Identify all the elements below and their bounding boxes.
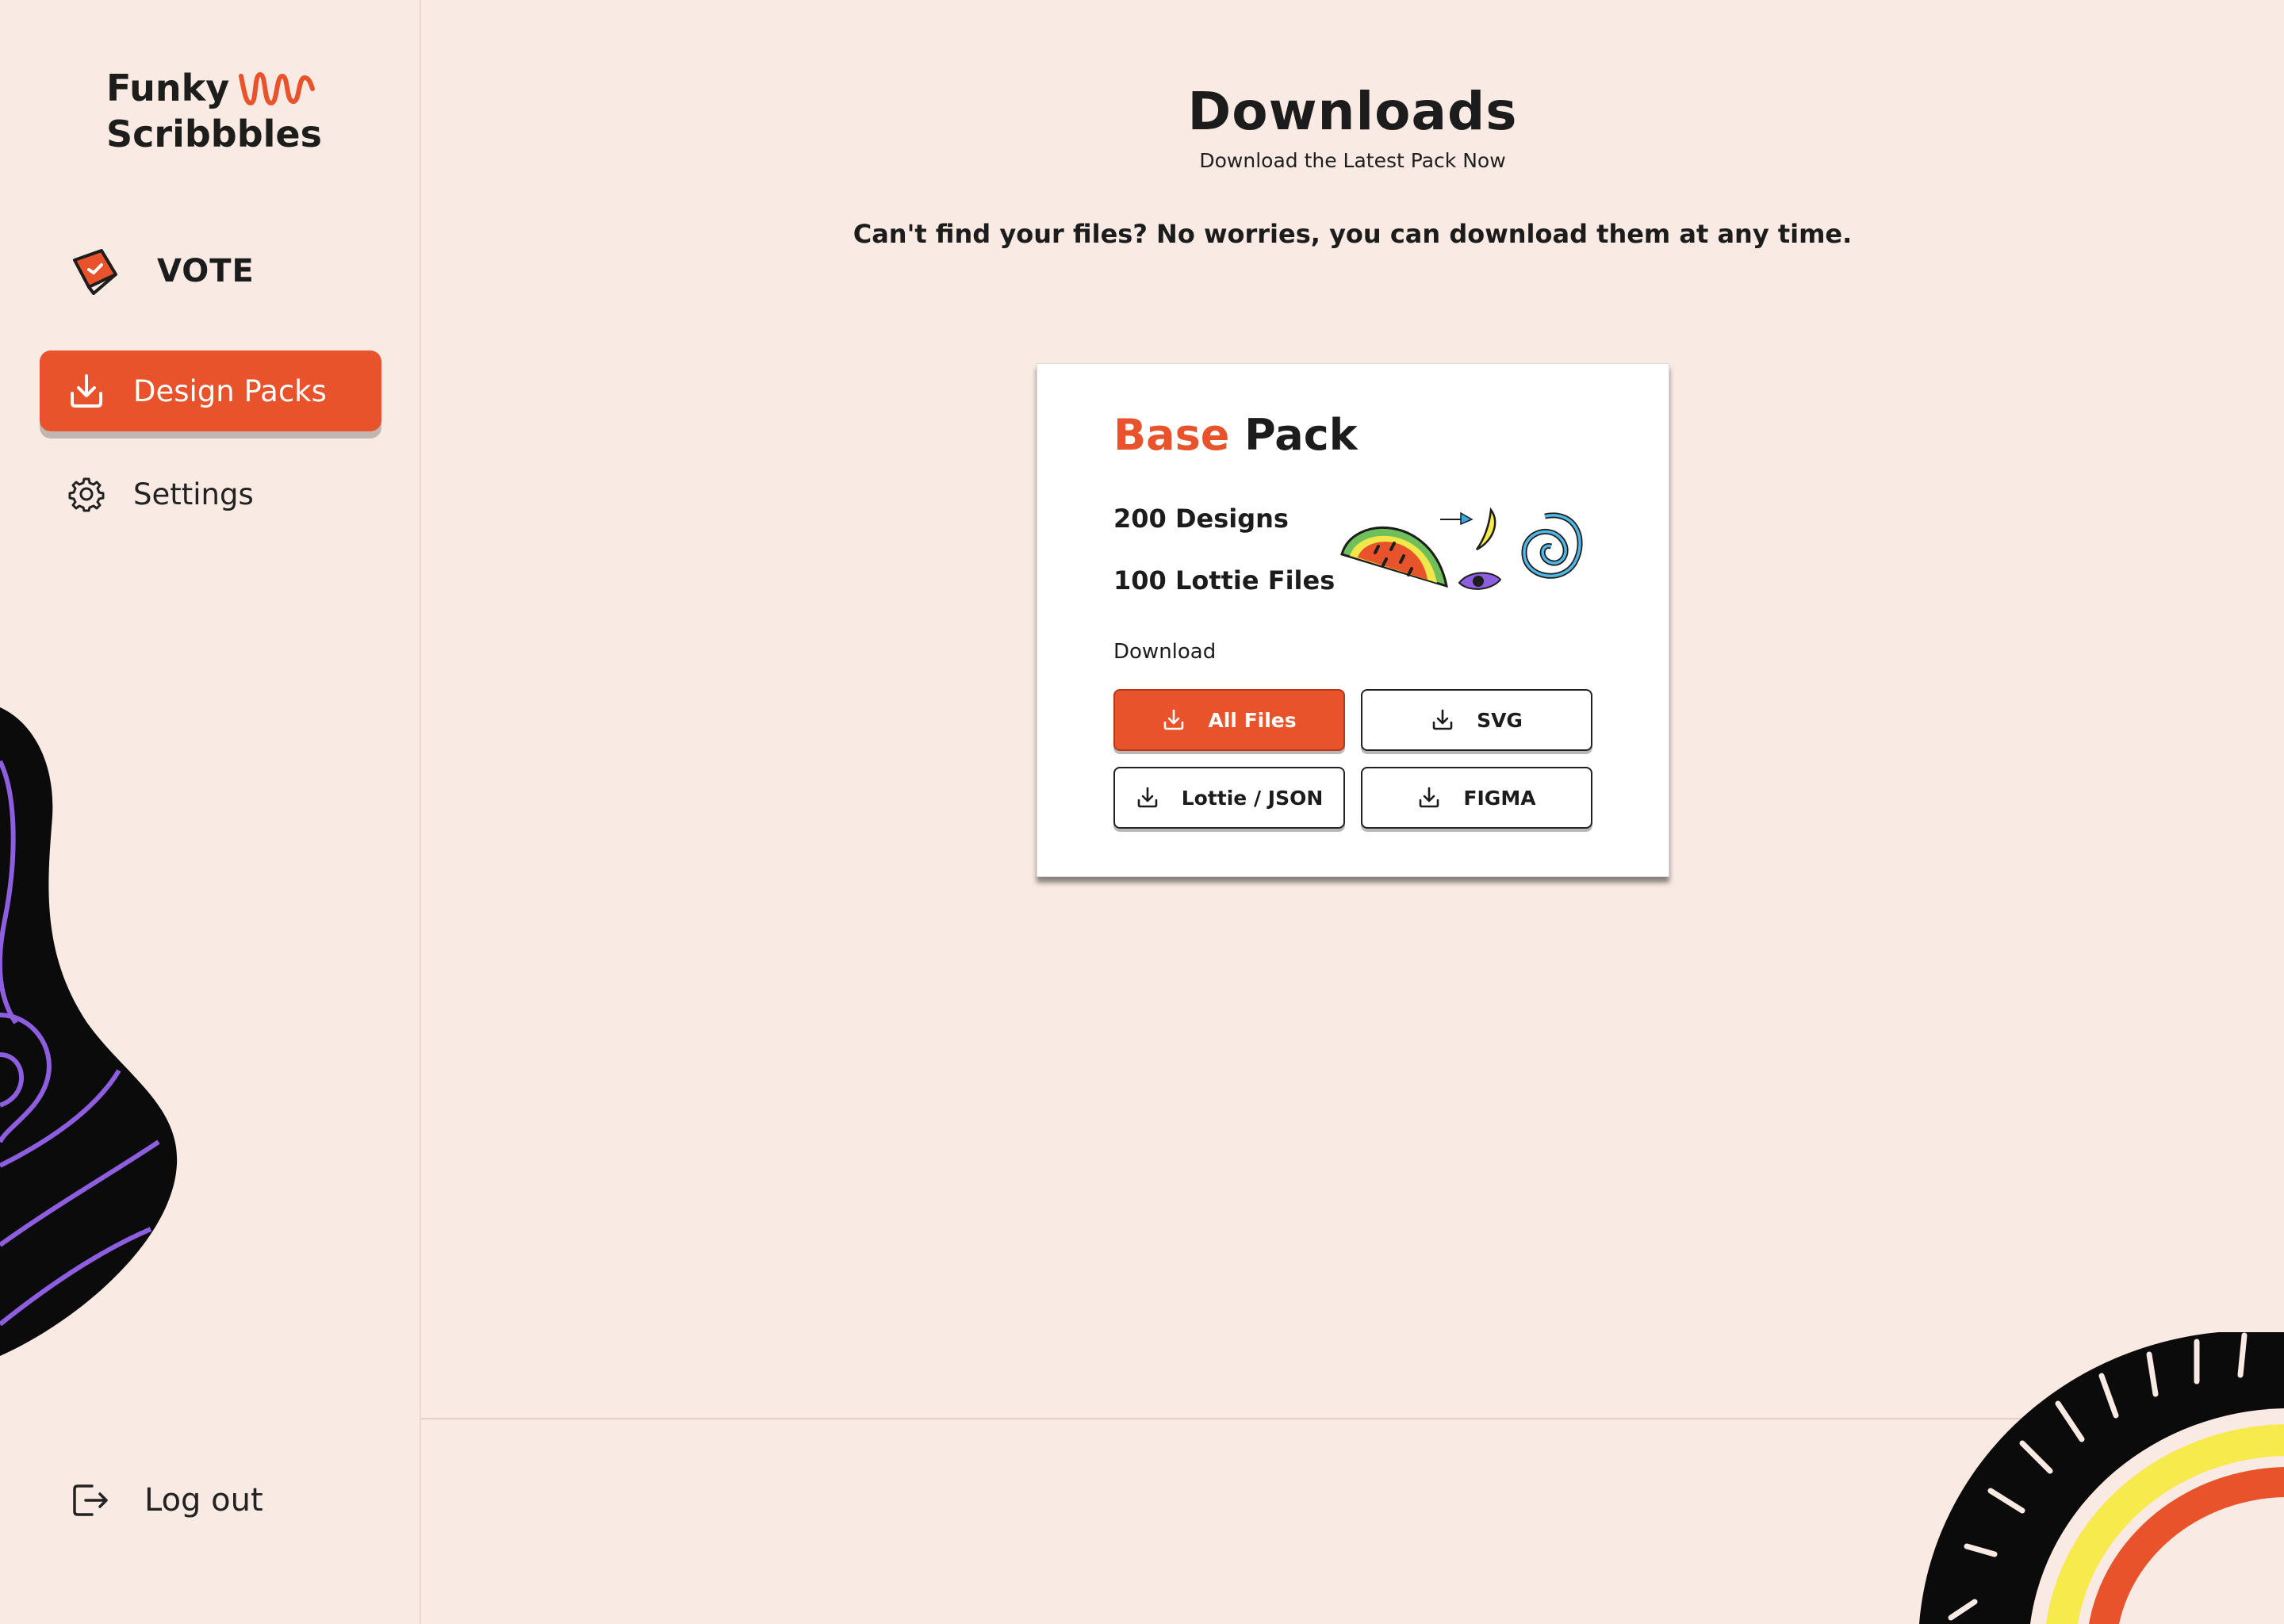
pack-title: Base Pack [1113, 410, 1358, 460]
download-lottie-json-button[interactable]: Lottie / JSON [1113, 767, 1345, 829]
download-all-files-button[interactable]: All Files [1113, 689, 1345, 751]
designs-count: 200 Designs [1113, 504, 1289, 534]
button-label: All Files [1208, 708, 1297, 732]
download-icon [1420, 787, 1439, 808]
pack-title-rest: Pack [1229, 410, 1358, 460]
download-icon [1432, 709, 1453, 730]
decorative-rainbow-graphic [1919, 1332, 2284, 1624]
logout-icon [73, 1484, 108, 1516]
sidebar-item-settings[interactable]: Settings [40, 454, 381, 534]
vote-link[interactable]: VOTE [70, 247, 255, 295]
sidebar-item-label: Design Packs [133, 373, 327, 408]
page-title: Downloads [1187, 81, 1518, 142]
logo-line-2: Scribbbles [106, 113, 322, 155]
page-subtitle: Download the Latest Pack Now [1199, 149, 1506, 172]
pack-card: Base Pack 200 Designs 100 Lottie Files D… [1037, 363, 1669, 877]
logout-label: Log out [144, 1482, 263, 1519]
download-label: Download [1113, 640, 1217, 664]
download-svg-button[interactable]: SVG [1361, 689, 1592, 751]
vote-label: VOTE [157, 253, 255, 289]
download-icon [71, 374, 102, 408]
gear-icon [68, 477, 105, 512]
button-label: SVG [1477, 708, 1523, 732]
squiggle-icon [239, 71, 315, 106]
sidebar-item-design-packs[interactable]: Design Packs [40, 350, 381, 431]
download-icon [1137, 787, 1158, 808]
download-figma-button[interactable]: FIGMA [1361, 767, 1592, 829]
sidebar: Funky Scribbbles VOTE Design Packs Setti… [0, 0, 421, 1624]
lottie-count: 100 Lottie Files [1113, 565, 1336, 596]
button-label: Lottie / JSON [1181, 786, 1324, 810]
page-note: Can't find your files? No worries, you c… [853, 219, 1853, 249]
pack-title-accent: Base [1113, 410, 1230, 460]
logout-button[interactable]: Log out [70, 1480, 263, 1521]
button-label: FIGMA [1463, 786, 1536, 810]
stickers-illustration [1340, 507, 1583, 590]
decorative-blob-graphic [0, 707, 178, 1356]
ballot-icon [73, 249, 117, 295]
sidebar-item-label: Settings [133, 477, 254, 511]
download-icon [1164, 709, 1184, 730]
brand-logo[interactable]: Funky Scribbbles [106, 65, 322, 157]
